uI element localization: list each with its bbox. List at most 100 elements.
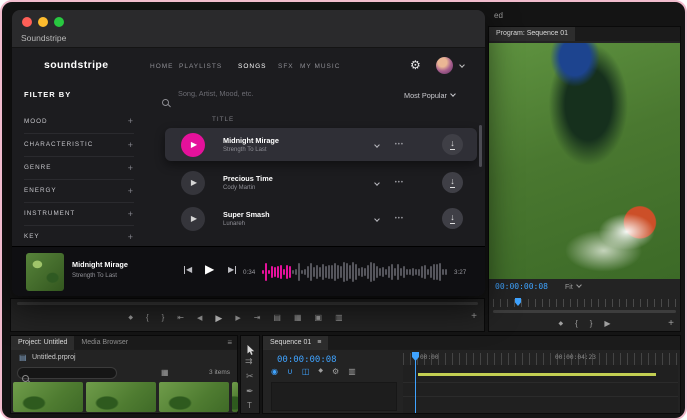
mark-in-icon[interactable]: { (146, 314, 149, 322)
song-row[interactable]: ▶ Super Smash Lunareh ••• ↓ (165, 202, 477, 235)
program-plus-button[interactable]: + (668, 319, 674, 329)
play-button[interactable]: ▶ (181, 207, 205, 231)
track-select-tool-icon[interactable]: ⇉ (245, 357, 253, 366)
program-panel-title[interactable]: Program: Sequence 01 (489, 27, 575, 41)
song-info: Precious Time Cody Martin (223, 174, 371, 191)
mark-in-icon[interactable]: { (575, 320, 578, 328)
track-divider (403, 396, 678, 397)
comparison-view-icon[interactable]: ▥ (335, 314, 343, 322)
song-search-input[interactable] (178, 89, 368, 98)
filter-item-key[interactable]: KEY+ (24, 225, 134, 247)
filter-item-energy[interactable]: ENERGY+ (24, 179, 134, 201)
more-options-icon[interactable]: ••• (395, 180, 404, 186)
soundstripe-window: Soundstripe soundstripe HOME PLAYLISTS S… (12, 10, 485, 296)
program-video-preview[interactable] (489, 43, 680, 279)
window-titlebar[interactable]: Soundstripe (12, 10, 485, 48)
waveform[interactable] (262, 259, 448, 285)
filter-item-instrument[interactable]: INSTRUMENT+ (24, 202, 134, 224)
snap-icon[interactable]: ∪ (287, 368, 293, 376)
step-back-icon[interactable]: ⇤ (177, 314, 184, 322)
source-plus-button[interactable]: + (471, 312, 477, 322)
nav-playlists[interactable]: PLAYLISTS (179, 63, 222, 70)
media-thumbnail[interactable] (159, 382, 229, 412)
timeline-settings-icon[interactable]: ⚙ (332, 368, 339, 376)
play-button[interactable]: ▶ (181, 171, 205, 195)
tab-project[interactable]: Project: Untitled (11, 336, 74, 350)
timeline-playhead-line[interactable] (415, 353, 416, 413)
add-marker-icon[interactable]: ◆ (558, 321, 563, 327)
nav-sfx[interactable]: SFX (278, 63, 294, 70)
expand-chevron-icon[interactable] (374, 216, 380, 222)
close-button[interactable] (22, 17, 32, 27)
program-panel-header: Program: Sequence 01 (489, 27, 680, 41)
download-button[interactable]: ↓ (442, 134, 463, 155)
play-button[interactable]: ▶ (181, 133, 205, 157)
chevron-down-icon (450, 91, 456, 97)
media-thumbnail[interactable] (86, 382, 156, 412)
gear-icon[interactable]: ⚙ (410, 58, 421, 72)
add-marker-icon[interactable]: ◆ (318, 368, 323, 376)
next-track-icon[interactable]: ▶ (228, 266, 236, 274)
panel-menu-icon[interactable]: ≡ (222, 336, 237, 350)
nav-home[interactable]: HOME (150, 63, 174, 70)
linked-selection-icon[interactable]: ◫ (302, 368, 310, 376)
pen-tool-icon[interactable]: ✒ (246, 387, 254, 396)
play-icon[interactable]: ▶ (215, 314, 222, 323)
export-frame-icon[interactable]: ▣ (315, 314, 323, 322)
timeline-timecode[interactable]: 00:00:00:08 (277, 355, 337, 365)
more-options-icon[interactable]: ••• (395, 216, 404, 222)
program-scrollbar[interactable] (493, 310, 676, 313)
song-row[interactable]: ▶ Midnight Mirage Strength To Last ••• ↓ (165, 128, 477, 161)
timeline-track-area[interactable] (403, 365, 678, 413)
expand-chevron-icon[interactable] (374, 180, 380, 186)
video-clip[interactable] (418, 373, 656, 376)
mark-out-icon[interactable]: } (162, 314, 165, 322)
step-fwd-icon[interactable]: ⇥ (254, 314, 261, 322)
mark-out-icon[interactable]: } (590, 320, 593, 328)
album-art[interactable] (26, 253, 64, 291)
filter-item-mood[interactable]: MOOD+ (24, 110, 134, 132)
step-frame-back-icon[interactable]: ◀ (197, 315, 202, 322)
play-icon[interactable]: ▶ (604, 320, 610, 328)
nav-songs[interactable]: SONGS (238, 63, 266, 70)
download-button[interactable]: ↓ (442, 172, 463, 193)
song-title: Super Smash (223, 210, 371, 219)
lift-icon[interactable]: ▤ (273, 314, 281, 322)
extract-icon[interactable]: ▦ (294, 314, 302, 322)
download-button[interactable]: ↓ (442, 208, 463, 229)
timeline-ruler[interactable] (403, 353, 678, 365)
type-tool-icon[interactable]: T (247, 402, 252, 410)
plus-icon: + (128, 163, 134, 173)
program-timecode[interactable]: 00:00:00:08 (495, 282, 548, 291)
sort-select[interactable]: Most Popular (404, 91, 455, 100)
filter-item-genre[interactable]: GENRE+ (24, 156, 134, 178)
play-icon[interactable]: ▶ (205, 263, 214, 275)
nav-my-music[interactable]: MY MUSIC (300, 63, 340, 70)
expand-chevron-icon[interactable] (374, 142, 380, 148)
media-thumbnail[interactable] (232, 382, 238, 412)
project-search-input[interactable] (17, 367, 117, 379)
more-options-icon[interactable]: ••• (395, 142, 404, 148)
razor-tool-icon[interactable]: ✂ (246, 372, 254, 381)
filter-item-characteristic[interactable]: CHARACTERISTIC+ (24, 133, 134, 155)
avatar[interactable] (436, 57, 453, 74)
icon-view-icon[interactable]: ▦ (161, 369, 169, 377)
step-frame-fwd-icon[interactable]: ▶ (235, 315, 240, 322)
project-file-name[interactable]: Untitled.prproj (32, 354, 76, 361)
previous-track-icon[interactable]: ◀ (184, 266, 192, 274)
tab-media-browser[interactable]: Media Browser (74, 336, 135, 350)
minimize-button[interactable] (38, 17, 48, 27)
tab-sequence[interactable]: Sequence 01 ≡ (263, 336, 328, 350)
program-zoom-select[interactable]: Fit (565, 283, 581, 291)
nest-toggle-icon[interactable]: ◉ (271, 368, 278, 376)
soundstripe-brand[interactable]: soundstripe (44, 59, 109, 71)
search-icon (162, 99, 169, 106)
account-chevron-icon[interactable] (459, 62, 465, 68)
song-row[interactable]: ▶ Precious Time Cody Martin ••• ↓ (165, 166, 477, 199)
song-list-scrollbar[interactable] (479, 125, 482, 167)
track-display-icon[interactable]: ▥ (348, 368, 356, 376)
zoom-button[interactable] (54, 17, 64, 27)
media-thumbnail[interactable] (13, 382, 83, 412)
source-scrollbar[interactable] (17, 302, 478, 305)
add-marker-icon[interactable]: ◆ (128, 315, 133, 321)
